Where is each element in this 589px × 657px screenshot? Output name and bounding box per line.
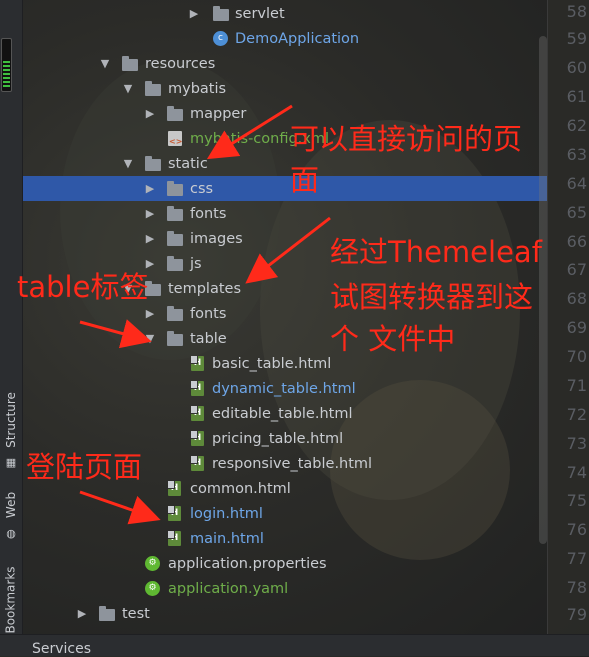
annotation-login: 登陆页面	[26, 450, 143, 484]
arrow-to-static	[206, 104, 293, 160]
annotation-static-line2: 面	[290, 163, 320, 197]
annotation-arrows	[79, 104, 331, 525]
annotation-templates-line1: 经过Themeleaf	[330, 235, 542, 269]
annotation-static-line1: 可以直接访问的页	[290, 122, 523, 156]
annotation-table: table标签	[17, 270, 149, 304]
annotation-templates-line3: 个 文件中	[330, 322, 456, 356]
arrow-to-templates	[245, 216, 331, 284]
services-bar[interactable]: Services	[0, 634, 589, 657]
arrow-to-login	[79, 490, 161, 525]
arrow-to-table	[79, 319, 152, 349]
annotation-templates-line2: 试图转换器到这	[330, 280, 534, 314]
